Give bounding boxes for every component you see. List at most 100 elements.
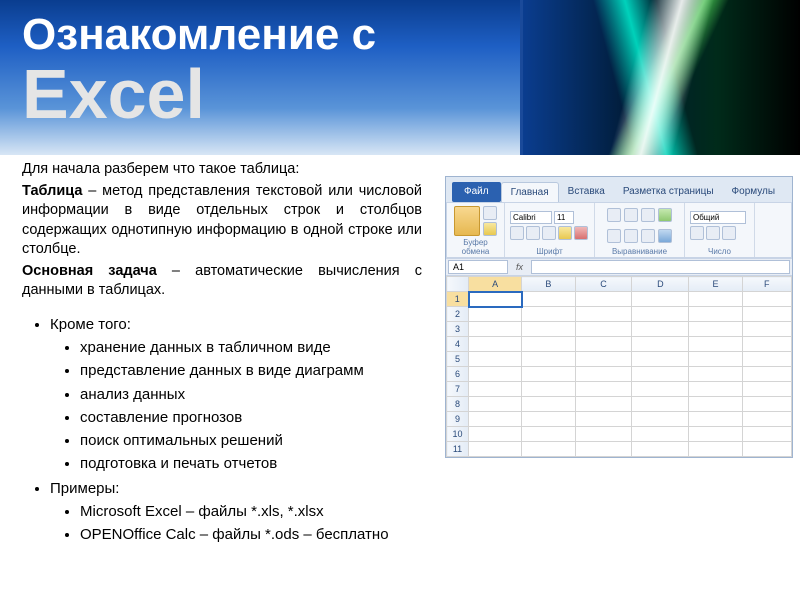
row-header[interactable]: 6 <box>447 367 469 382</box>
cut-icon[interactable] <box>483 206 497 220</box>
merge-icon[interactable] <box>658 229 672 243</box>
cell[interactable] <box>742 427 791 442</box>
spreadsheet-grid[interactable]: A B C D E F 1 2 3 4 5 6 7 8 9 10 11 <box>446 276 792 457</box>
row-header[interactable]: 3 <box>447 322 469 337</box>
row-header[interactable]: 10 <box>447 427 469 442</box>
cell[interactable] <box>469 397 522 412</box>
cell[interactable] <box>742 367 791 382</box>
cell[interactable] <box>469 442 522 457</box>
comma-icon[interactable] <box>722 226 736 240</box>
cell[interactable] <box>689 382 742 397</box>
cell[interactable] <box>632 292 689 307</box>
cell[interactable] <box>689 367 742 382</box>
col-header[interactable]: E <box>689 277 742 292</box>
align-top-icon[interactable] <box>607 208 621 222</box>
percent-icon[interactable] <box>706 226 720 240</box>
cell[interactable] <box>469 382 522 397</box>
font-color-icon[interactable] <box>574 226 588 240</box>
underline-icon[interactable] <box>542 226 556 240</box>
font-size-select[interactable]: 11 <box>554 211 574 224</box>
cell[interactable] <box>632 427 689 442</box>
cell[interactable] <box>742 292 791 307</box>
fx-icon[interactable]: fx <box>510 262 529 272</box>
col-header[interactable]: D <box>632 277 689 292</box>
cell[interactable] <box>469 337 522 352</box>
row-header[interactable]: 5 <box>447 352 469 367</box>
name-box[interactable]: A1 <box>448 260 508 274</box>
align-middle-icon[interactable] <box>624 208 638 222</box>
cell[interactable] <box>689 442 742 457</box>
cell[interactable] <box>689 397 742 412</box>
cell[interactable] <box>522 292 575 307</box>
cell[interactable] <box>632 442 689 457</box>
cell[interactable] <box>689 292 742 307</box>
align-left-icon[interactable] <box>607 229 621 243</box>
col-header[interactable]: F <box>742 277 791 292</box>
cell[interactable] <box>575 367 632 382</box>
select-all-corner[interactable] <box>447 277 469 292</box>
fill-color-icon[interactable] <box>558 226 572 240</box>
row-header[interactable]: 11 <box>447 442 469 457</box>
formula-input[interactable] <box>531 260 790 274</box>
tab-page-layout[interactable]: Разметка страницы <box>614 182 723 202</box>
cell[interactable] <box>689 337 742 352</box>
cell[interactable] <box>632 382 689 397</box>
copy-icon[interactable] <box>483 222 497 236</box>
cell[interactable] <box>632 397 689 412</box>
cell[interactable] <box>742 397 791 412</box>
cell[interactable] <box>632 352 689 367</box>
paste-icon[interactable] <box>454 206 480 236</box>
cell[interactable] <box>575 292 632 307</box>
currency-icon[interactable] <box>690 226 704 240</box>
number-format-select[interactable]: Общий <box>690 211 746 224</box>
cell[interactable] <box>742 322 791 337</box>
tab-file[interactable]: Файл <box>452 182 501 202</box>
cell[interactable] <box>469 412 522 427</box>
cell[interactable] <box>522 397 575 412</box>
row-header[interactable]: 2 <box>447 307 469 322</box>
col-header[interactable]: B <box>522 277 575 292</box>
cell[interactable] <box>522 412 575 427</box>
cell[interactable] <box>742 337 791 352</box>
cell[interactable] <box>522 382 575 397</box>
cell-a1[interactable] <box>469 292 522 307</box>
cell[interactable] <box>632 337 689 352</box>
cell[interactable] <box>742 307 791 322</box>
font-name-select[interactable]: Calibri <box>510 211 552 224</box>
cell[interactable] <box>689 427 742 442</box>
cell[interactable] <box>522 427 575 442</box>
col-header[interactable]: A <box>469 277 522 292</box>
italic-icon[interactable] <box>526 226 540 240</box>
wrap-text-icon[interactable] <box>658 208 672 222</box>
cell[interactable] <box>742 412 791 427</box>
cell[interactable] <box>522 442 575 457</box>
tab-home[interactable]: Главная <box>501 182 559 202</box>
row-header[interactable]: 9 <box>447 412 469 427</box>
cell[interactable] <box>522 367 575 382</box>
cell[interactable] <box>632 367 689 382</box>
cell[interactable] <box>469 427 522 442</box>
cell[interactable] <box>689 352 742 367</box>
row-header[interactable]: 7 <box>447 382 469 397</box>
cell[interactable] <box>632 322 689 337</box>
align-bottom-icon[interactable] <box>641 208 655 222</box>
cell[interactable] <box>632 412 689 427</box>
tab-formulas[interactable]: Формулы <box>723 182 785 202</box>
cell[interactable] <box>469 322 522 337</box>
row-header[interactable]: 4 <box>447 337 469 352</box>
cell[interactable] <box>689 307 742 322</box>
cell[interactable] <box>575 307 632 322</box>
tab-insert[interactable]: Вставка <box>559 182 614 202</box>
cell[interactable] <box>575 322 632 337</box>
cell[interactable] <box>689 412 742 427</box>
col-header[interactable]: C <box>575 277 632 292</box>
cell[interactable] <box>575 337 632 352</box>
row-header[interactable]: 1 <box>447 292 469 307</box>
align-right-icon[interactable] <box>641 229 655 243</box>
cell[interactable] <box>742 352 791 367</box>
cell[interactable] <box>522 322 575 337</box>
cell[interactable] <box>742 442 791 457</box>
cell[interactable] <box>522 352 575 367</box>
cell[interactable] <box>469 352 522 367</box>
cell[interactable] <box>575 397 632 412</box>
